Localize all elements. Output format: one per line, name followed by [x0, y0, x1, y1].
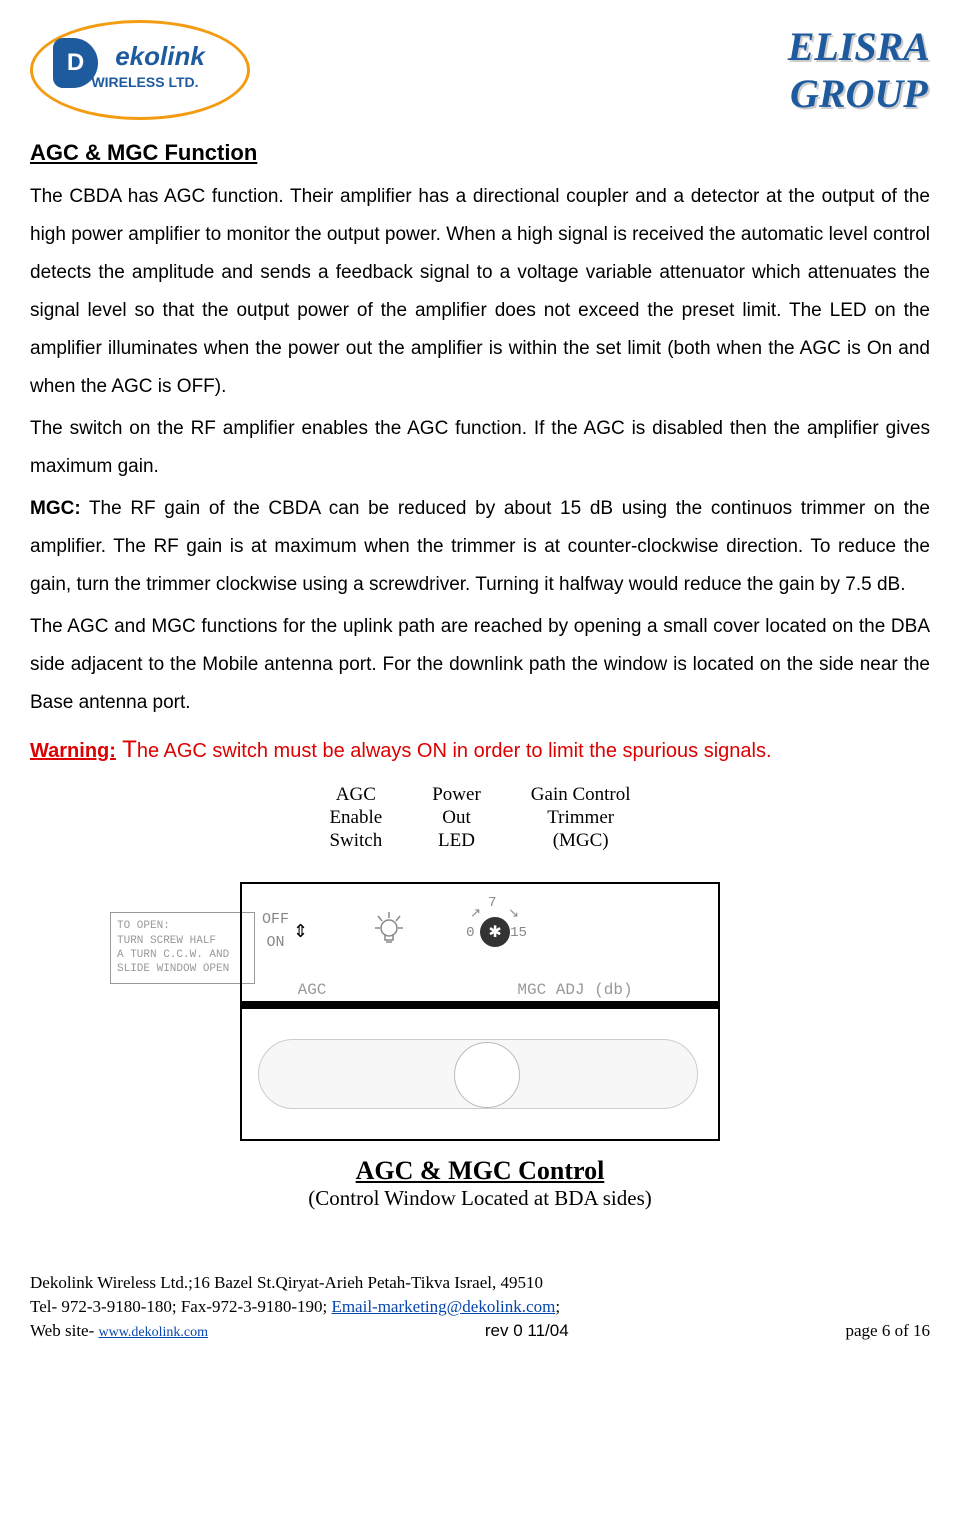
- paragraph-4: The AGC and MGC functions for the uplink…: [30, 608, 930, 722]
- logo-ellipse: D ekolink WIRELESS LTD.: [30, 20, 250, 120]
- group-text: GROUP: [788, 70, 930, 117]
- footer-email-link[interactable]: Email-marketing@dekolink.com: [331, 1297, 555, 1316]
- callout-line: Switch: [329, 830, 382, 853]
- warning-body: he AGC switch must be always ON in order…: [137, 740, 772, 762]
- panel-line: SLIDE WINDOW OPEN: [117, 962, 248, 976]
- trimmer-15: 15: [510, 925, 527, 941]
- logo-main-text: ekolink: [115, 41, 205, 72]
- footer-tel: Tel- 972-3-9180-180; Fax-972-3-9180-190;: [30, 1297, 331, 1316]
- paragraph-1: The CBDA has AGC function. Their amplifi…: [30, 178, 930, 406]
- open-instructions-panel: TO OPEN: TURN SCREW HALF A TURN C.C.W. A…: [110, 912, 255, 983]
- callout-line: (MGC): [531, 830, 631, 853]
- footer-web-link[interactable]: www.dekolink.com: [99, 1325, 209, 1340]
- footer-semi: ;: [555, 1297, 560, 1316]
- logo-sub-text: WIRELESS LTD.: [91, 74, 198, 90]
- panel-line: TO OPEN:: [117, 919, 248, 933]
- diagram-bottom: [242, 1009, 718, 1139]
- mgc-text: The RF gain of the CBDA can be reduced b…: [30, 498, 930, 595]
- mgc-label: MGC:: [30, 498, 81, 519]
- figure-title: AGC & MGC Control: [30, 1156, 930, 1186]
- warning-t: T: [116, 736, 137, 763]
- callout-line: Trimmer: [531, 807, 631, 830]
- panel-line: A TURN C.C.W. AND: [117, 948, 248, 962]
- callout-line: LED: [432, 830, 481, 853]
- slider-window: [258, 1039, 698, 1109]
- bulb-icon: [373, 910, 405, 953]
- footer-address: Dekolink Wireless Ltd.;16 Bazel St.Qirya…: [30, 1271, 930, 1295]
- callout-line: Enable: [329, 807, 382, 830]
- slider-screw-icon: [454, 1042, 520, 1108]
- diagram-callouts: AGC Enable Switch Power Out LED Gain Con…: [30, 784, 930, 852]
- diagram-container: TO OPEN: TURN SCREW HALF A TURN C.C.W. A…: [30, 882, 930, 1141]
- callout-line: AGC: [329, 784, 382, 807]
- diagram-top: OFF ON ⇕ ↗: [242, 884, 718, 979]
- section-title: AGC & MGC Function: [30, 140, 930, 166]
- control-diagram: OFF ON ⇕ ↗: [240, 882, 720, 1141]
- elisra-text: ELISRA: [788, 23, 930, 70]
- panel-line: TURN SCREW HALF: [117, 934, 248, 948]
- callout-line: Power: [432, 784, 481, 807]
- callout-line: Gain Control: [531, 784, 631, 807]
- warning-paragraph: Warning: The AGC switch must be always O…: [30, 726, 930, 774]
- on-label: ON: [262, 932, 289, 955]
- diagram-label-bar: AGC MGC ADJ (db): [242, 979, 718, 1003]
- callout-agc: AGC Enable Switch: [329, 784, 382, 852]
- footer-web: Web site- www.dekolink.com: [30, 1319, 208, 1343]
- footer-web-prefix: Web site-: [30, 1321, 99, 1340]
- company-logo: D ekolink WIRELESS LTD.: [30, 20, 250, 120]
- paragraph-2: The switch on the RF amplifier enables t…: [30, 410, 930, 486]
- trimmer-knob-icon: ✱: [480, 917, 510, 947]
- footer-page: page 6 of 16: [845, 1319, 930, 1343]
- page-footer: Dekolink Wireless Ltd.;16 Bazel St.Qirya…: [30, 1271, 930, 1342]
- figure-caption: AGC & MGC Control (Control Window Locate…: [30, 1156, 930, 1211]
- callout-line: Out: [432, 807, 481, 830]
- trimmer-0: 0: [466, 925, 474, 941]
- callout-trimmer: Gain Control Trimmer (MGC): [531, 784, 631, 852]
- agc-switch-labels: OFF ON: [262, 909, 289, 954]
- trimmer-7: 7: [488, 895, 496, 911]
- paragraph-3: MGC: The RF gain of the CBDA can be redu…: [30, 490, 930, 604]
- off-label: OFF: [262, 909, 289, 932]
- bar-mgc-label: MGC ADJ (db): [452, 981, 698, 999]
- footer-rev: rev 0 11/04: [485, 1319, 569, 1343]
- arrow-icon: ↗: [470, 905, 481, 921]
- callout-led: Power Out LED: [432, 784, 481, 852]
- warning-label: Warning:: [30, 740, 116, 762]
- elisra-group-logo: ELISRA GROUP: [788, 23, 930, 117]
- switch-icon: ⇕: [293, 921, 308, 942]
- footer-contact: Tel- 972-3-9180-180; Fax-972-3-9180-190;…: [30, 1295, 930, 1319]
- footer-bottom-row: Web site- www.dekolink.com rev 0 11/04 p…: [30, 1319, 930, 1343]
- figure-subtitle: (Control Window Located at BDA sides): [30, 1186, 930, 1211]
- arrow-icon: ↘: [508, 905, 519, 921]
- trimmer-control: ↗ ↘ 0 7 15 ✱: [480, 917, 510, 947]
- page-header: D ekolink WIRELESS LTD. ELISRA GROUP: [30, 20, 930, 120]
- bar-agc-label: AGC: [262, 981, 362, 999]
